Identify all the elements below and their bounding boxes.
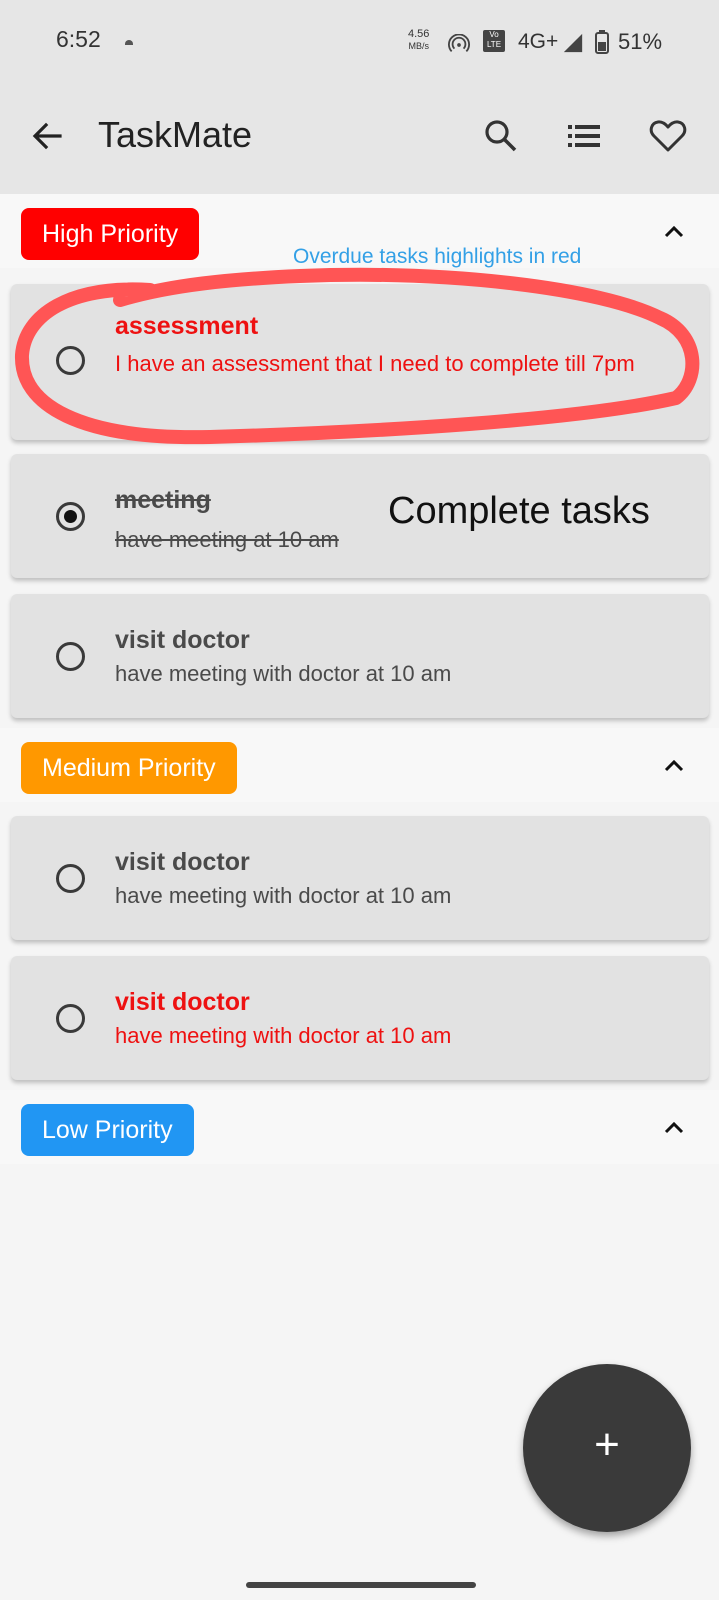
notification-dot-icon — [125, 40, 133, 45]
network-speed-value: 4.56 — [408, 28, 430, 40]
status-bar: 6:52 4.56 MB/s Vo LTE 4G+ 51% — [0, 0, 719, 84]
chevron-up-icon[interactable] — [660, 1114, 688, 1142]
chevron-up-icon[interactable] — [660, 752, 688, 780]
task-radio[interactable] — [56, 864, 85, 893]
task-card[interactable]: visit doctor have meeting with doctor at… — [11, 594, 709, 718]
medium-priority-chip: Medium Priority — [21, 742, 237, 794]
task-description: I have an assessment that I need to comp… — [115, 351, 635, 376]
overdue-annotation: Overdue tasks highlights in red — [293, 245, 582, 268]
list-icon[interactable] — [564, 116, 604, 156]
task-radio[interactable] — [56, 346, 85, 375]
app-bar: TaskMate — [0, 84, 719, 194]
status-time: 6:52 — [56, 26, 101, 52]
back-arrow-icon[interactable] — [28, 116, 68, 156]
task-title: visit doctor — [115, 848, 250, 876]
network-speed: 4.56 MB/s — [408, 28, 429, 52]
search-icon[interactable] — [481, 116, 521, 156]
task-description: have meeting with doctor at 10 am — [115, 661, 452, 686]
add-task-button[interactable]: + — [523, 1364, 691, 1532]
task-title: visit doctor — [115, 626, 250, 654]
task-description: have meeting with doctor at 10 am — [115, 1023, 452, 1048]
hotspot-icon — [448, 34, 470, 53]
signal-icon — [563, 33, 583, 53]
high-priority-chip: High Priority — [21, 208, 200, 260]
task-title: meeting — [115, 486, 211, 514]
task-card[interactable]: assessment I have an assessment that I n… — [11, 284, 709, 440]
task-title: assessment — [115, 312, 259, 340]
section-header-low[interactable]: Low Priority — [0, 1090, 719, 1164]
complete-annotation: Complete tasks — [388, 490, 650, 532]
task-card[interactable]: visit doctor have meeting with doctor at… — [11, 956, 709, 1080]
volte-icon: Vo LTE — [483, 30, 505, 52]
app-title: TaskMate — [98, 114, 253, 155]
task-radio[interactable] — [56, 1004, 85, 1033]
plus-icon: + — [594, 1420, 620, 1469]
network-speed-unit: MB/s — [408, 41, 429, 51]
task-title: visit doctor — [115, 988, 250, 1016]
network-type: 4G+ — [518, 30, 559, 53]
battery-icon — [595, 30, 609, 54]
task-radio[interactable] — [56, 502, 85, 531]
section-header-medium[interactable]: Medium Priority — [0, 728, 719, 802]
navigation-handle[interactable] — [246, 1582, 476, 1588]
low-priority-chip: Low Priority — [21, 1104, 194, 1156]
task-radio[interactable] — [56, 642, 85, 671]
task-description: have meeting with doctor at 10 am — [115, 883, 452, 908]
task-card[interactable]: visit doctor have meeting with doctor at… — [11, 816, 709, 940]
chevron-up-icon[interactable] — [660, 218, 688, 246]
heart-icon[interactable] — [648, 116, 688, 156]
battery-percent: 51% — [618, 29, 663, 54]
